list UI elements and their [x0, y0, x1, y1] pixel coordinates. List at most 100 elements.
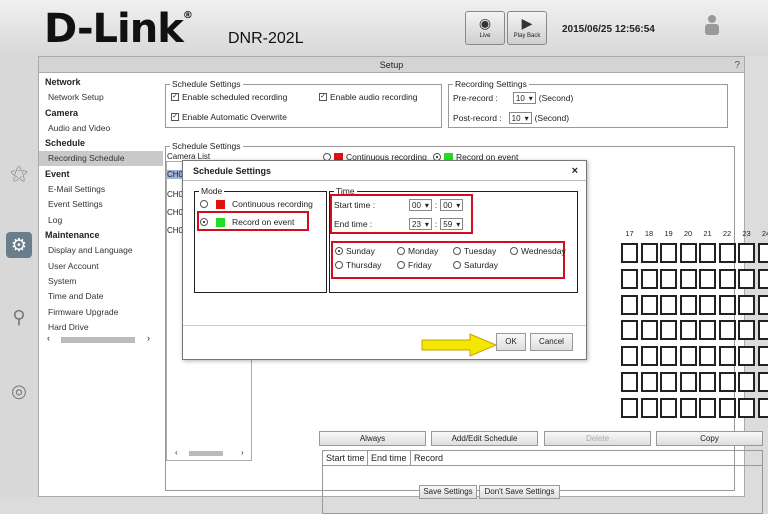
sidebar-item-system[interactable]: System	[48, 276, 76, 286]
schedule-cell[interactable]	[660, 320, 677, 340]
schedule-cell[interactable]	[641, 295, 658, 315]
schedule-cell[interactable]	[758, 269, 768, 289]
sidebar-item-event-settings[interactable]: Event Settings	[48, 199, 103, 209]
end-minute-select[interactable]: 59▾	[440, 218, 463, 230]
schedule-cell[interactable]	[699, 269, 716, 289]
camera-list-scrollbar[interactable]: ‹ ›	[169, 450, 249, 458]
sidebar-item-display-language[interactable]: Display and Language	[48, 245, 133, 255]
schedule-cell[interactable]	[738, 269, 755, 289]
day-radio-tuesday[interactable]: Tuesday	[453, 246, 496, 256]
schedule-cell[interactable]	[660, 295, 677, 315]
sidebar-item-email[interactable]: E-Mail Settings	[48, 184, 105, 194]
playback-button[interactable]: ▶ Play Back	[507, 11, 547, 45]
search-icon[interactable]: ⚲	[6, 304, 32, 330]
schedule-cell[interactable]	[758, 346, 768, 366]
schedule-cell[interactable]	[680, 372, 697, 392]
enable-scheduled-checkbox[interactable]: ✓Enable scheduled recording	[171, 92, 287, 102]
scroll-thumb[interactable]	[61, 337, 135, 343]
enable-audio-checkbox[interactable]: ✓Enable audio recording	[319, 92, 417, 102]
schedule-cell[interactable]	[719, 295, 736, 315]
day-radio-sunday[interactable]: Sunday	[335, 246, 375, 256]
schedule-cell[interactable]	[680, 269, 697, 289]
schedule-cell[interactable]	[641, 372, 658, 392]
sidebar-item-recording-schedule[interactable]: Recording Schedule	[48, 153, 125, 163]
schedule-cell[interactable]	[719, 269, 736, 289]
schedule-cell[interactable]	[621, 243, 638, 263]
scroll-left-icon[interactable]: ‹	[47, 333, 50, 343]
schedule-cell[interactable]	[680, 346, 697, 366]
schedule-cell[interactable]	[641, 346, 658, 366]
day-radio-thursday[interactable]: Thursday	[335, 260, 381, 270]
schedule-cell[interactable]	[758, 243, 768, 263]
camera-item[interactable]: CH0	[167, 190, 183, 199]
schedule-cell[interactable]	[621, 320, 638, 340]
schedule-cell[interactable]	[699, 372, 716, 392]
schedule-cell[interactable]	[660, 346, 677, 366]
schedule-cell[interactable]	[738, 243, 755, 263]
schedule-cell[interactable]	[660, 269, 677, 289]
close-icon[interactable]: ×	[572, 161, 578, 181]
schedule-cell[interactable]	[719, 243, 736, 263]
schedule-cell[interactable]	[680, 295, 697, 315]
schedule-cell[interactable]	[621, 269, 638, 289]
schedule-cell[interactable]	[719, 398, 736, 418]
schedule-cell[interactable]	[758, 398, 768, 418]
day-radio-wednesday[interactable]: Wednesday	[510, 246, 566, 256]
schedule-cell[interactable]	[641, 398, 658, 418]
schedule-cell[interactable]	[660, 372, 677, 392]
mode-continuous-radio[interactable]: Continuous recording	[200, 199, 313, 209]
schedule-cell[interactable]	[621, 372, 638, 392]
schedule-cell[interactable]	[719, 372, 736, 392]
sidebar-scrollbar[interactable]: ‹ ›	[47, 335, 159, 345]
schedule-cell[interactable]	[719, 320, 736, 340]
scroll-right-icon[interactable]: ›	[147, 333, 150, 343]
schedule-cell[interactable]	[738, 346, 755, 366]
live-button[interactable]: ◉ Live	[465, 11, 505, 45]
schedule-cell[interactable]	[621, 398, 638, 418]
postrecord-select[interactable]: 10▾	[509, 112, 532, 124]
day-radio-friday[interactable]: Friday	[397, 260, 432, 270]
schedule-cell[interactable]	[680, 398, 697, 418]
sidebar-item-hard-drive[interactable]: Hard Drive	[48, 322, 89, 332]
help-icon[interactable]: ?	[734, 58, 740, 74]
schedule-cell[interactable]	[699, 398, 716, 418]
sidebar-item-network-setup[interactable]: Network Setup	[48, 92, 104, 102]
always-button[interactable]: Always	[319, 431, 426, 446]
start-hour-select[interactable]: 00▾	[409, 199, 432, 211]
sidebar-item-audio-video[interactable]: Audio and Video	[48, 123, 110, 133]
schedule-cell[interactable]	[738, 372, 755, 392]
camera-item[interactable]: CH0	[167, 208, 183, 217]
settings-gear-icon[interactable]: ⚙	[6, 232, 32, 258]
schedule-cell[interactable]	[621, 346, 638, 366]
end-hour-select[interactable]: 23▾	[409, 218, 432, 230]
schedule-cell[interactable]	[699, 346, 716, 366]
sidebar-item-firmware[interactable]: Firmware Upgrade	[48, 307, 118, 317]
camera-item[interactable]: CH0	[167, 226, 183, 235]
schedule-cell[interactable]	[641, 269, 658, 289]
schedule-cell[interactable]	[738, 320, 755, 340]
enable-overwrite-checkbox[interactable]: ✓Enable Automatic Overwrite	[171, 112, 287, 122]
schedule-cell[interactable]	[660, 398, 677, 418]
schedule-cell[interactable]	[758, 320, 768, 340]
schedule-cell[interactable]	[758, 372, 768, 392]
user-icon[interactable]	[703, 14, 721, 42]
schedule-cell[interactable]	[680, 320, 697, 340]
start-minute-select[interactable]: 00▾	[440, 199, 463, 211]
cancel-button[interactable]: Cancel	[530, 333, 573, 351]
schedule-cell[interactable]	[699, 243, 716, 263]
schedule-cell[interactable]	[680, 243, 697, 263]
delete-button[interactable]: Delete	[544, 431, 651, 446]
schedule-cell[interactable]	[738, 295, 755, 315]
day-radio-monday[interactable]: Monday	[397, 246, 438, 256]
schedule-cell[interactable]	[758, 295, 768, 315]
schedule-cell[interactable]	[699, 320, 716, 340]
schedule-cell[interactable]	[641, 243, 658, 263]
camera-item[interactable]: CH0	[167, 170, 183, 179]
prerecord-select[interactable]: 10▾	[513, 92, 536, 104]
sidebar-item-user-account[interactable]: User Account	[48, 261, 99, 271]
schedule-cell[interactable]	[641, 320, 658, 340]
day-radio-saturday[interactable]: Saturday	[453, 260, 498, 270]
recorder-icon[interactable]: ⚝	[6, 160, 32, 186]
ok-button[interactable]: OK	[496, 333, 526, 351]
add-edit-schedule-button[interactable]: Add/Edit Schedule	[431, 431, 538, 446]
